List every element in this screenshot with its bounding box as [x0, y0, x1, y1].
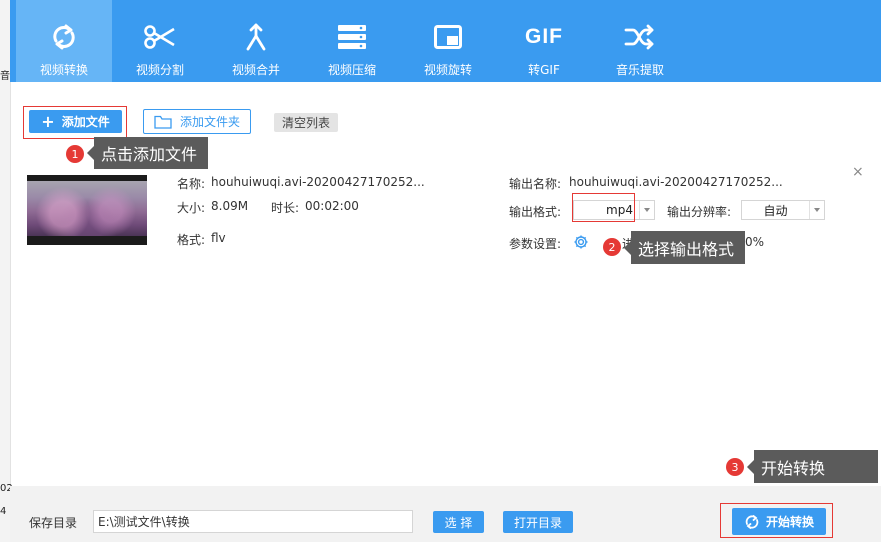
tool-label: 视频压缩 — [327, 63, 376, 77]
tool-video-convert[interactable]: 视频转换 — [16, 0, 112, 82]
highlight-output-format — [572, 193, 635, 222]
add-folder-label: 添加文件夹 — [179, 115, 240, 129]
convert-icon — [16, 20, 112, 54]
plus-icon: + — [41, 111, 55, 131]
output-format-label: 输出格式: — [509, 205, 562, 219]
shuffle-icon — [592, 20, 688, 54]
step-number-3: 3 — [726, 458, 744, 476]
start-convert-label: 开始转换 — [765, 515, 814, 529]
source-format-value: flv — [211, 231, 226, 245]
output-resolution-label: 输出分辨率: — [667, 205, 732, 219]
folder-icon — [154, 115, 172, 129]
rotate-icon — [400, 20, 496, 54]
step-number-2: 2 — [603, 238, 621, 256]
add-file-button[interactable]: + 添加文件 — [29, 110, 122, 133]
tool-video-split[interactable]: 视频分割 — [112, 0, 208, 82]
tool-video-compress[interactable]: 视频压缩 — [304, 0, 400, 82]
close-icon[interactable]: × — [852, 164, 864, 180]
choose-dir-button[interactable]: 选 择 — [433, 511, 484, 533]
tool-to-gif[interactable]: GIF 转GIF — [496, 0, 592, 82]
edge-char-top: 音 — [0, 71, 10, 82]
save-dir-input[interactable] — [93, 510, 413, 533]
save-dir-label: 保存目录 — [29, 516, 78, 530]
top-toolbar: 视频转换 视频分割 视频合并 视频压缩 视频旋转 GIF 转GIF 音乐提取 — [10, 0, 881, 82]
tool-label: 视频合并 — [231, 63, 280, 77]
merge-icon — [208, 20, 304, 54]
source-size-label: 大小: — [177, 201, 206, 215]
add-file-label: 添加文件 — [61, 115, 110, 129]
compress-icon — [304, 20, 400, 54]
callout-choose-format: 选择输出格式 — [624, 231, 745, 264]
tool-music-extract[interactable]: 音乐提取 — [592, 0, 688, 82]
chevron-down-icon — [809, 201, 824, 219]
gif-icon: GIF — [525, 25, 563, 48]
source-name-label: 名称: — [177, 177, 206, 191]
tool-label: 转GIF — [528, 63, 560, 77]
clear-list-button[interactable]: 清空列表 — [274, 113, 338, 132]
source-duration-value: 00:02:00 — [305, 199, 359, 213]
callout-start-convert: 开始转换 — [747, 450, 878, 483]
edge-char-low: 4 — [0, 506, 7, 517]
output-name-value[interactable]: houhuiwuqi.avi-20200427170252... — [569, 175, 783, 189]
add-folder-button[interactable]: 添加文件夹 — [143, 109, 251, 134]
tool-label: 视频分割 — [135, 63, 184, 77]
tool-label: 视频旋转 — [423, 63, 472, 77]
tool-video-merge[interactable]: 视频合并 — [208, 0, 304, 82]
tool-video-rotate[interactable]: 视频旋转 — [400, 0, 496, 82]
chevron-down-icon — [639, 201, 654, 219]
start-convert-button[interactable]: 开始转换 — [732, 508, 826, 535]
output-resolution-select[interactable]: 自动 — [741, 200, 825, 220]
source-format-label: 格式: — [177, 233, 206, 247]
source-size-value: 8.09M — [211, 199, 249, 213]
progress-value-partial: 0% — [745, 235, 765, 249]
tool-label: 音乐提取 — [615, 63, 664, 77]
output-name-label: 输出名称: — [509, 177, 562, 191]
params-label: 参数设置: — [509, 237, 562, 251]
refresh-icon — [744, 514, 760, 530]
callout-add-file: 点击添加文件 — [87, 137, 208, 169]
tool-label: 视频转换 — [39, 63, 88, 77]
source-duration-label: 时长: — [271, 201, 300, 215]
video-thumbnail — [27, 175, 147, 245]
source-name-value: houhuiwuqi.avi-20200427170252... — [211, 175, 425, 189]
step-number-1: 1 — [66, 145, 84, 163]
open-dir-button[interactable]: 打开目录 — [503, 511, 573, 533]
output-resolution-value: 自动 — [763, 203, 788, 218]
scissors-icon — [112, 20, 208, 54]
gear-icon[interactable] — [573, 234, 589, 250]
